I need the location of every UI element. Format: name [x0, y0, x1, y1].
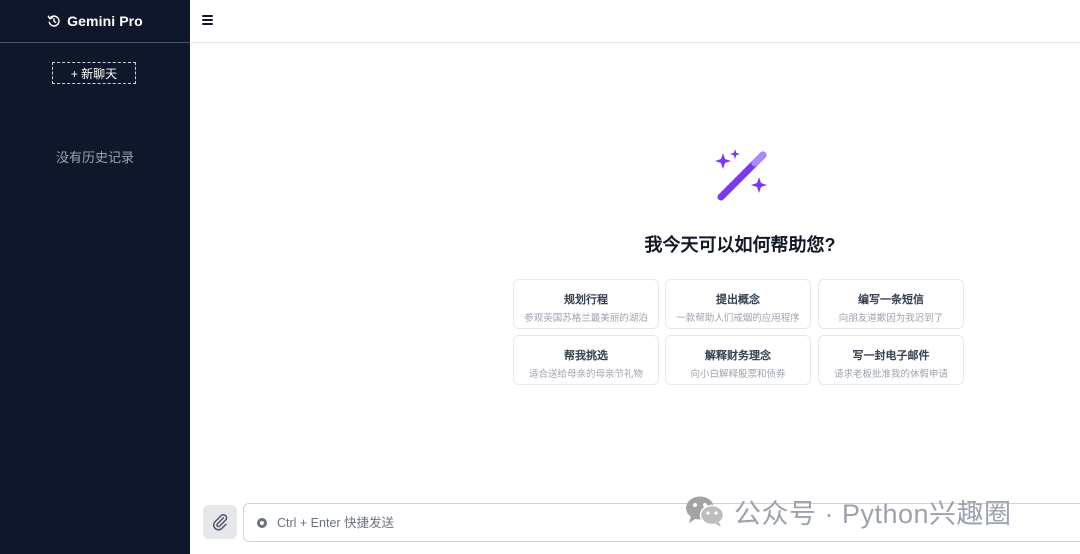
paperclip-icon — [212, 513, 228, 531]
sidebar: Gemini Pro + 新聊天 没有历史记录 — [0, 0, 190, 554]
magic-wand-icon — [715, 149, 767, 201]
suggestion-card-pick-gift[interactable]: 帮我挑选 适合送给母亲的母亲节礼物 — [513, 335, 659, 385]
suggestion-card-plan-trip[interactable]: 规划行程 参观英国苏格兰最美丽的湖泊 — [513, 279, 659, 329]
new-chat-button[interactable]: + 新聊天 — [52, 62, 136, 84]
suggestion-card-finance[interactable]: 解释财务理念 向小白解释股票和债券 — [665, 335, 811, 385]
suggestion-subtitle: 向朋友道歉因为我迟到了 — [838, 313, 944, 324]
message-input[interactable] — [277, 512, 697, 534]
sidebar-header: Gemini Pro — [0, 0, 190, 43]
suggestion-title: 规划行程 — [564, 294, 608, 306]
input-indicator-icon — [257, 518, 267, 528]
topbar — [190, 0, 1080, 43]
menu-icon[interactable] — [202, 12, 218, 28]
suggestion-card-text-message[interactable]: 编写一条短信 向朋友道歉因为我迟到了 — [818, 279, 964, 329]
suggestion-title: 写一封电子邮件 — [852, 350, 930, 362]
suggestion-subtitle: 适合送给母亲的母亲节礼物 — [528, 369, 643, 380]
headline: 我今天可以如何帮助您? — [644, 235, 836, 255]
suggestion-card-concept[interactable]: 提出概念 一款帮助人们戒烟的应用程序 — [665, 279, 811, 329]
attach-button[interactable] — [203, 505, 237, 539]
empty-history-text: 没有历史记录 — [55, 150, 134, 165]
suggestion-title: 提出概念 — [716, 294, 760, 306]
wechat-icon — [686, 496, 725, 527]
suggestion-title: 帮我挑选 — [564, 350, 608, 362]
suggestion-subtitle: 参观英国苏格兰最美丽的湖泊 — [524, 313, 648, 324]
suggestion-card-email[interactable]: 写一封电子邮件 请求老板批准我的休假申请 — [818, 335, 964, 385]
suggestion-subtitle: 请求老板批准我的休假申请 — [833, 369, 948, 380]
suggestion-subtitle: 一款帮助人们戒烟的应用程序 — [676, 313, 800, 324]
app-title: Gemini Pro — [67, 13, 143, 29]
watermark-text: 公众号 · Python兴趣圈 — [734, 498, 1012, 529]
suggestion-title: 解释财务理念 — [705, 350, 771, 362]
suggestion-title: 编写一条短信 — [858, 294, 924, 306]
watermark: 公众号 · Python兴趣圈 — [684, 492, 1012, 530]
suggestion-subtitle: 向小白解释股票和债券 — [690, 369, 786, 380]
history-icon — [47, 15, 60, 27]
